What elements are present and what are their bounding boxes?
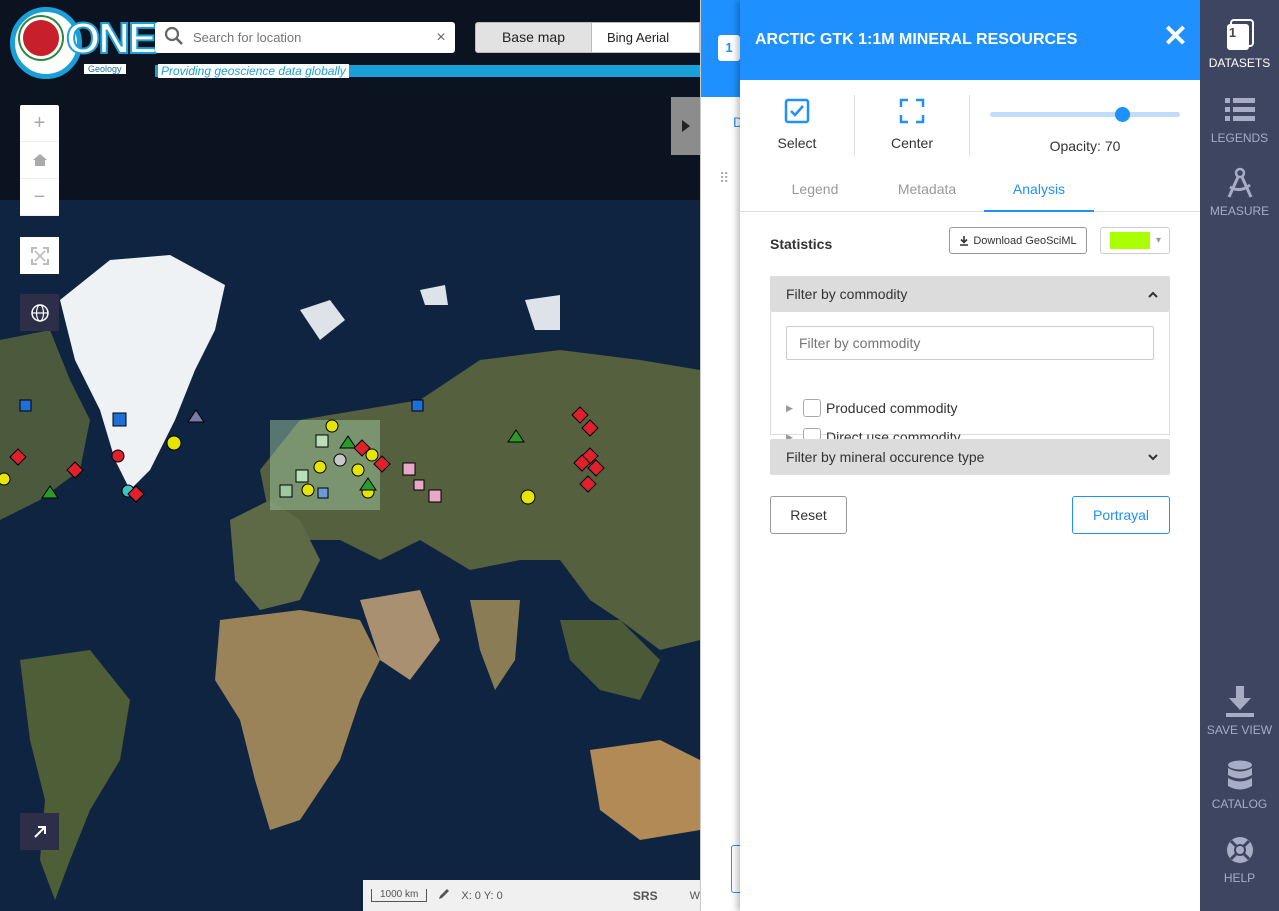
tab-legend[interactable]: Legend — [770, 168, 860, 212]
globe-view-button[interactable] — [20, 294, 59, 331]
basemap-button[interactable]: Base map — [475, 22, 592, 53]
occurrence-filter-section: Filter by mineral occurence type — [770, 439, 1170, 475]
tab-metadata[interactable]: Metadata — [881, 168, 973, 212]
reset-button[interactable]: Reset — [770, 496, 847, 534]
caret-right-icon — [681, 120, 690, 132]
logo-subtitle: Geology — [84, 64, 126, 74]
map-view[interactable]: ONE Geology Providing geoscience data gl… — [0, 0, 700, 911]
opacity-slider[interactable] — [990, 107, 1180, 122]
search-input[interactable] — [193, 30, 427, 45]
srs-label[interactable]: SRS — [633, 889, 658, 903]
basemap-switcher: Base map Bing Aerial — [475, 22, 700, 53]
measure-icon — [1200, 165, 1279, 201]
overview-map-button[interactable] — [20, 813, 59, 850]
satellite-basemap — [0, 0, 700, 911]
layer-details-panel: ARCTIC GTK 1:1M MINERAL RESOURCES ✕ Sele… — [740, 0, 1200, 911]
search-icon — [155, 26, 193, 49]
logo-text: ONE — [65, 14, 158, 63]
globe-icon — [30, 303, 49, 322]
clear-icon[interactable]: × — [427, 29, 455, 47]
sidebar-item-catalog[interactable]: CATALOG — [1200, 758, 1279, 811]
opacity-label: Opacity: 70 — [1049, 138, 1121, 154]
checkbox-checked-icon — [740, 95, 854, 127]
panel-tabs: Legend Metadata Analysis — [740, 168, 1200, 212]
chevron-down-icon — [1148, 453, 1158, 460]
commodity-filter-body: ▶ Produced commodity ▶ Direct use commod… — [770, 312, 1170, 446]
lifebuoy-icon — [1200, 832, 1279, 868]
scale-bar: 1000 km — [371, 889, 428, 902]
center-icon — [855, 95, 969, 127]
download-geosciml-button[interactable]: Download GeoSciML — [949, 227, 1087, 254]
onegeology-logo[interactable]: ONE Geology — [10, 7, 158, 79]
panel-header: ARCTIC GTK 1:1M MINERAL RESOURCES ✕ — [740, 0, 1200, 80]
tool-divider — [969, 95, 970, 155]
download-icon — [960, 235, 969, 246]
tagline: Providing geoscience data globally — [158, 64, 349, 78]
zoom-in-button[interactable]: + — [20, 105, 59, 142]
sidebar-label: HELP — [1223, 871, 1256, 885]
database-icon — [1200, 758, 1279, 794]
location-search: × — [155, 22, 455, 53]
sidebar-label: CATALOG — [1211, 797, 1268, 811]
home-button[interactable] — [20, 142, 59, 179]
sidebar-label: LEGENDS — [1210, 131, 1269, 145]
sidebar-label: SAVE VIEW — [1206, 723, 1273, 737]
sidebar-item-help[interactable]: HELP — [1200, 832, 1279, 885]
arrow-up-right-icon — [33, 825, 46, 838]
occurrence-filter-header[interactable]: Filter by mineral occurence type — [770, 439, 1170, 475]
datasets-badge: 1 — [1228, 25, 1237, 40]
sidebar-item-legends[interactable]: LEGENDS — [1200, 92, 1279, 145]
tab-analysis[interactable]: Analysis — [984, 168, 1094, 212]
select-tool[interactable]: Select — [740, 95, 854, 151]
color-picker[interactable]: ▾ — [1100, 227, 1170, 254]
opacity-slider-handle[interactable] — [1115, 107, 1130, 122]
right-sidebar: 1 DATASETS LEGENDS MEASURE SAVE VIEW CAT… — [1200, 0, 1279, 911]
commodity-filter-section: Filter by commodity ▶ Produced commodity… — [770, 276, 1170, 446]
chevron-down-icon: ▾ — [1156, 235, 1162, 246]
center-label: Center — [890, 135, 934, 151]
tree-item-label: Produced commodity — [826, 400, 958, 416]
select-label: Select — [777, 135, 817, 151]
center-tool[interactable]: Center — [855, 95, 969, 151]
close-icon[interactable]: ✕ — [1163, 22, 1188, 52]
back-panel-badge: 1 — [718, 35, 740, 61]
fullscreen-icon — [30, 246, 49, 265]
pencil-icon[interactable] — [437, 887, 451, 904]
commodity-filter-header[interactable]: Filter by commodity — [770, 276, 1170, 312]
home-icon — [32, 154, 47, 166]
zoom-out-button[interactable]: − — [20, 179, 59, 216]
portrayal-button[interactable]: Portrayal — [1072, 496, 1170, 534]
chevron-up-icon — [1148, 291, 1158, 298]
fullscreen-button[interactable] — [20, 237, 59, 274]
expand-icon[interactable]: ▶ — [786, 403, 798, 414]
statusbar-overflow-text: W — [689, 889, 700, 902]
sidebar-label: DATASETS — [1208, 56, 1271, 70]
panel-collapse-button[interactable] — [671, 97, 700, 155]
color-swatch — [1110, 232, 1150, 249]
sidebar-label: MEASURE — [1209, 204, 1270, 218]
download-label: Download GeoSciML — [973, 234, 1077, 247]
sidebar-item-measure[interactable]: MEASURE — [1200, 165, 1279, 218]
commodity-filter-input[interactable] — [786, 326, 1154, 360]
occurrence-filter-title: Filter by mineral occurence type — [786, 449, 985, 465]
map-statusbar: 1000 km X: 0 Y: 0 SRS W — [363, 880, 700, 911]
tree-item-produced[interactable]: ▶ Produced commodity — [786, 399, 958, 417]
legends-icon — [1200, 92, 1279, 128]
commodity-filter-title: Filter by commodity — [786, 286, 908, 302]
layer-tools: Select Center Opacity: 70 — [740, 95, 1200, 157]
statistics-title: Statistics — [770, 236, 833, 252]
datasets-panel-behind: 1 D ⠿ — [700, 0, 751, 911]
sidebar-item-save-view[interactable]: SAVE VIEW — [1200, 684, 1279, 737]
sidebar-item-datasets[interactable]: 1 DATASETS — [1200, 17, 1279, 70]
logo-globe-icon — [20, 17, 62, 59]
panel-title: ARCTIC GTK 1:1M MINERAL RESOURCES — [755, 31, 1078, 48]
zoom-controls: + − — [20, 105, 59, 216]
coordinates-readout: X: 0 Y: 0 — [461, 889, 503, 902]
drag-handle-icon[interactable]: ⠿ — [719, 170, 729, 187]
checkbox[interactable] — [803, 399, 821, 417]
basemap-select[interactable]: Bing Aerial — [592, 22, 700, 53]
download-icon — [1200, 684, 1279, 720]
